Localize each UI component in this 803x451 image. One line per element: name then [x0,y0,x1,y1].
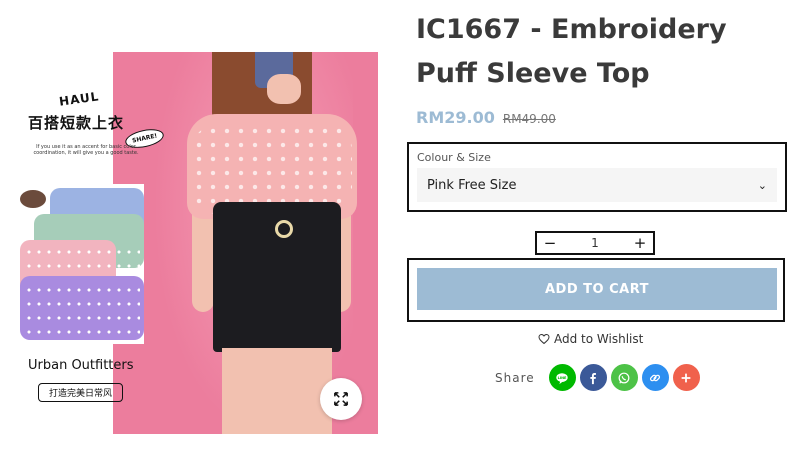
product-title: IC1667 - Embroidery Puff Sleeve Top [416,14,727,89]
add-to-cart-box: ADD TO CART [407,258,785,322]
collage-caption: If you use it as an accent for basic col… [33,144,139,156]
compare-price: RM49.00 [502,112,556,126]
chevron-down-icon: ⌄ [757,178,767,192]
expand-icon [334,392,348,406]
price-row: RM29.00 RM49.00 [416,108,556,127]
whatsapp-icon [618,372,630,383]
quantity-input[interactable]: 1 [591,236,599,250]
share-line-button[interactable]: LINE [548,364,576,391]
variant-label: Colour & Size [417,151,491,164]
chinese-title: 百搭短款上衣 [28,114,125,132]
add-to-wishlist-link[interactable]: Add to Wishlist [538,332,643,346]
brand-caption: Urban Outfitters [28,358,134,373]
zoom-button[interactable] [320,378,362,420]
quantity-stepper: − 1 + [535,231,655,255]
plus-icon [681,373,691,382]
add-to-cart-label: ADD TO CART [544,281,649,297]
sunglasses-decor [20,190,46,208]
share-label: Share [495,370,535,385]
line-icon: LINE [556,372,568,384]
folded-tops-photo [20,184,144,344]
wishlist-label: Add to Wishlist [554,332,644,346]
belt-buckle [275,220,293,238]
link-icon [650,374,661,381]
quantity-decrease-button[interactable]: − [543,236,557,251]
share-bar: Share LINE [495,364,704,391]
product-image: HAUL 百搭短款上衣 SHARE! If you use it as an a… [17,52,378,434]
share-facebook-button[interactable] [579,364,607,391]
share-whatsapp-button[interactable] [610,364,638,391]
variant-selector-box: Colour & Size Pink Free Size ⌄ [407,142,787,212]
heart-icon [538,333,550,345]
add-to-cart-button[interactable]: ADD TO CART [417,268,777,310]
embroidery-pattern [192,124,352,214]
model-hand [267,74,301,104]
variant-selected-value: Pink Free Size [427,177,517,193]
quantity-increase-button[interactable]: + [633,236,647,251]
variant-select[interactable]: Pink Free Size ⌄ [417,168,777,202]
svg-text:LINE: LINE [558,376,567,380]
facebook-icon [590,372,597,384]
model-legs [222,348,332,434]
share-more-button[interactable] [672,364,700,391]
share-copy-link-button[interactable] [641,364,669,391]
current-price: RM29.00 [416,108,495,127]
chinese-pill-caption: 打造完美日常风 [38,383,124,402]
